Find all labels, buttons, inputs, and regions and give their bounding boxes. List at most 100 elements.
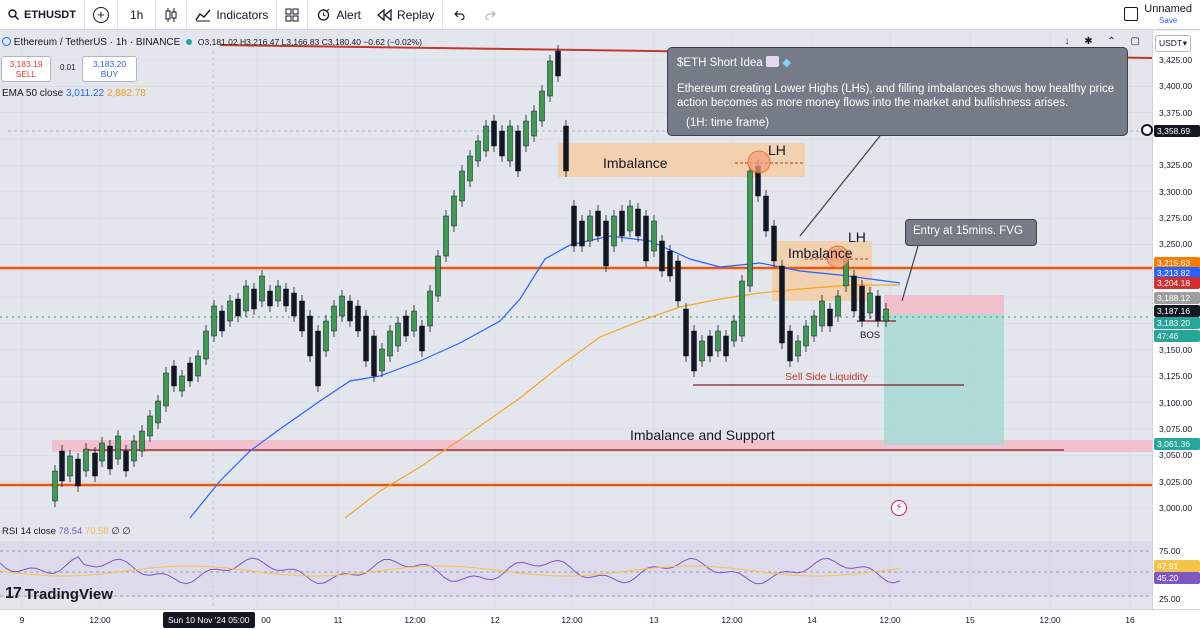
- price-tick: 3,150.00: [1159, 344, 1193, 355]
- candle: [619, 210, 625, 237]
- layout-square-icon[interactable]: [1124, 7, 1138, 21]
- candle: [123, 450, 129, 472]
- ohlc-values: O3,181.02 H3,216.47 L3,166.83 C3,180.40 …: [197, 37, 422, 47]
- idea-callout[interactable]: $ETH Short Idea ◆ Ethereum creating Lowe…: [667, 47, 1128, 136]
- indicators-button[interactable]: Indicators: [187, 0, 278, 30]
- tradingview-logo[interactable]: 17 TradingView: [5, 585, 113, 603]
- candle: [395, 322, 401, 347]
- price-label: 3,204.18: [1154, 277, 1200, 289]
- layout-name-button[interactable]: Unnamed Save: [1144, 3, 1192, 25]
- candle: [667, 250, 673, 277]
- candles-icon: [165, 7, 177, 22]
- time-tick: 12:00: [89, 615, 111, 625]
- compare-button[interactable]: +: [85, 0, 118, 30]
- candle: [531, 110, 537, 137]
- interval-button[interactable]: 1h: [118, 0, 157, 30]
- candle: [219, 310, 225, 332]
- candle: [371, 335, 377, 377]
- candle: [315, 330, 321, 387]
- gear-icon[interactable]: [1141, 124, 1153, 136]
- sell-button[interactable]: 3,183.19 SELL: [1, 56, 51, 82]
- buy-price: 3,183.20: [92, 59, 127, 69]
- candle: [387, 330, 393, 357]
- candle: [787, 330, 793, 362]
- candle: [515, 130, 521, 172]
- time-tick: 15: [965, 615, 975, 625]
- replay-button[interactable]: Replay: [369, 0, 444, 30]
- indicators-icon: [195, 9, 211, 21]
- candle: [571, 205, 577, 247]
- candle: [579, 220, 585, 247]
- time-tick: 9: [19, 615, 25, 625]
- rsi-extra: ∅ ∅: [111, 526, 131, 537]
- status-dot-icon: [186, 39, 193, 45]
- candle: [483, 125, 489, 152]
- price-tick: 3,050.00: [1159, 450, 1193, 461]
- instrument-title: Ethereum / TetherUS · 1h · BINANCE: [13, 37, 181, 48]
- candle: [611, 215, 617, 247]
- time-tick: 12: [490, 615, 500, 625]
- symbol-search[interactable]: ETHUSDT: [0, 0, 85, 30]
- candle: [403, 315, 409, 337]
- candle: [203, 330, 209, 360]
- bos-label: BOS: [860, 330, 881, 341]
- rsi-tick: 25.00: [1159, 594, 1181, 604]
- candle: [643, 215, 649, 262]
- rsi-band: [0, 541, 1152, 597]
- pane-controls[interactable]: ↓ ✱ ⌃ ▢: [1064, 36, 1146, 47]
- time-tick: 16: [1125, 615, 1135, 625]
- candle: [739, 280, 745, 337]
- candle: [883, 308, 889, 322]
- lightning-event-icon[interactable]: ⚡: [891, 500, 907, 516]
- rsi-label-badge: 47.91: [1154, 560, 1200, 572]
- candle: [299, 300, 305, 332]
- buy-button[interactable]: 3,183.20 BUY: [82, 56, 137, 82]
- chart-type-button[interactable]: [156, 0, 188, 30]
- candle: [523, 120, 529, 147]
- candle: [451, 195, 457, 227]
- buy-label: BUY: [100, 69, 119, 79]
- price-label: 3,358.69: [1154, 125, 1200, 137]
- time-tick: 12:00: [404, 615, 426, 625]
- undo-icon: [454, 10, 465, 20]
- candle: [459, 170, 465, 202]
- time-tick: 12:00: [1039, 615, 1061, 625]
- candle: [115, 435, 121, 460]
- price-label: 3,061.36: [1154, 438, 1200, 450]
- candle: [795, 340, 801, 357]
- candle: [339, 295, 345, 317]
- entry-callout[interactable]: Entry at 15mins. FVG: [905, 219, 1037, 246]
- entry-pointer: [901, 245, 919, 302]
- candle: [275, 285, 281, 302]
- time-tick: 14: [807, 615, 817, 625]
- collapse-icon[interactable]: [2, 37, 11, 46]
- candle: [635, 208, 641, 237]
- redo-button[interactable]: [475, 0, 507, 30]
- ema-value-fast: 3,011.22: [65, 88, 105, 99]
- candle: [651, 220, 657, 252]
- candle: [731, 320, 737, 342]
- time-current: Sun 10 Nov '24 05:00: [168, 615, 250, 625]
- candle: [195, 355, 201, 377]
- candle: [475, 140, 481, 162]
- candle: [691, 330, 697, 372]
- rsi-smoothed: 70.58: [84, 526, 109, 537]
- price-scale[interactable]: USDT ▾ 3,425.00 3,400.00 3,375.00 3,325.00 3…: [1152, 31, 1200, 609]
- templates-button[interactable]: [277, 0, 309, 30]
- price-tick: 3,025.00: [1159, 476, 1193, 487]
- alert-button[interactable]: Alert: [308, 0, 369, 30]
- price-tick: 3,100.00: [1159, 397, 1193, 408]
- rsi-tick: 75.00: [1159, 546, 1181, 556]
- candle: [291, 292, 297, 317]
- candle: [747, 170, 753, 287]
- candle: [363, 315, 369, 362]
- tradingview-mark-icon: 17: [5, 585, 22, 602]
- imbalance-top-label: Imbalance: [603, 155, 668, 171]
- candle: [763, 195, 769, 232]
- rsi-label-badge: 45.20: [1154, 572, 1200, 584]
- plus-circle-icon: +: [92, 6, 109, 23]
- candle: [379, 348, 385, 372]
- currency-select[interactable]: USDT ▾: [1155, 35, 1191, 52]
- time-axis[interactable]: Sun 10 Nov '24 05:00 00 9 12:00 11 12:00 12 1…: [0, 609, 1200, 630]
- undo-button[interactable]: [443, 0, 475, 30]
